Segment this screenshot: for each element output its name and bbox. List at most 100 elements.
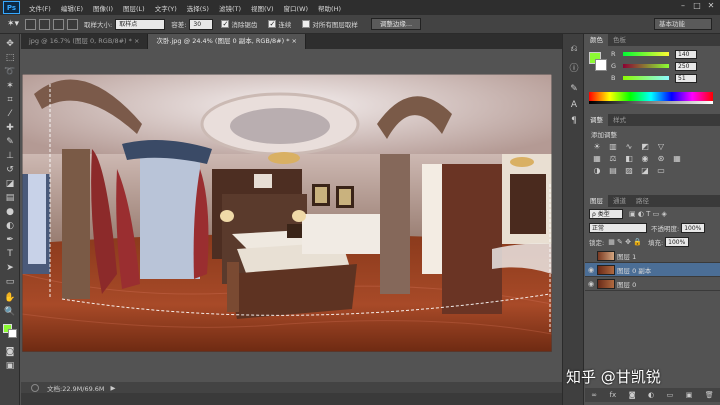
- maximize-icon[interactable]: □: [692, 1, 702, 11]
- horizontal-scrollbar[interactable]: [21, 393, 582, 405]
- shape-tool-icon[interactable]: ▭: [3, 276, 17, 288]
- color-lookup-icon[interactable]: ▦: [671, 154, 683, 164]
- menu-edit[interactable]: 编辑(E): [56, 3, 88, 13]
- magic-wand-tool-icon[interactable]: ✶▾: [4, 17, 22, 31]
- link-layers-icon[interactable]: ∞: [591, 391, 597, 399]
- blue-value[interactable]: 51: [675, 73, 697, 83]
- minimize-icon[interactable]: –: [678, 1, 688, 11]
- layer-row[interactable]: ◉ 图层 0: [585, 277, 720, 291]
- tab-swatches[interactable]: 色板: [608, 34, 631, 46]
- black-white-icon[interactable]: ◧: [623, 154, 635, 164]
- invert-icon[interactable]: ◑: [591, 166, 603, 176]
- lasso-tool-icon[interactable]: ➰: [3, 66, 17, 78]
- brightness-icon[interactable]: ☀: [591, 142, 603, 152]
- red-value[interactable]: 140: [675, 49, 697, 59]
- character-panel-icon[interactable]: A: [567, 98, 581, 112]
- workspace-select[interactable]: 基本功能: [654, 18, 712, 30]
- green-value[interactable]: 250: [675, 61, 697, 71]
- vibrance-icon[interactable]: ▽: [655, 142, 667, 152]
- intersect-selection-icon[interactable]: [67, 18, 78, 30]
- history-brush-icon[interactable]: ↺: [3, 164, 17, 176]
- blur-tool-icon[interactable]: ●: [3, 206, 17, 218]
- path-select-icon[interactable]: ➤: [3, 262, 17, 274]
- healing-brush-icon[interactable]: ✚: [3, 122, 17, 134]
- eraser-tool-icon[interactable]: ◪: [3, 178, 17, 190]
- marquee-tool-icon[interactable]: ⬚: [3, 52, 17, 64]
- color-spectrum-bar[interactable]: [589, 92, 713, 101]
- layer-row[interactable]: 图层 1: [585, 249, 720, 263]
- dodge-tool-icon[interactable]: ◐: [3, 220, 17, 232]
- clone-stamp-icon[interactable]: ⊥: [3, 150, 17, 162]
- new-group-icon[interactable]: ▭: [667, 391, 674, 399]
- fill-input[interactable]: 100%: [665, 237, 690, 247]
- image-canvas[interactable]: [22, 74, 552, 352]
- tab-document-1[interactable]: jpg @ 16.7% (图层 0, RGB/8#) * ×: [21, 34, 149, 49]
- history-panel-icon[interactable]: ⎌: [567, 42, 581, 56]
- new-adjustment-icon[interactable]: ◐: [648, 391, 654, 399]
- green-slider[interactable]: [623, 64, 669, 68]
- visibility-eye-icon[interactable]: ◉: [585, 280, 597, 288]
- refine-edge-button[interactable]: 调整边缘...: [370, 18, 422, 30]
- gradient-tool-icon[interactable]: ▤: [3, 192, 17, 204]
- gradient-map-icon[interactable]: ▭: [655, 166, 667, 176]
- menu-window[interactable]: 窗口(W): [279, 3, 314, 13]
- exposure-icon[interactable]: ◩: [639, 142, 651, 152]
- menu-select[interactable]: 选择(S): [182, 3, 214, 13]
- menu-type[interactable]: 文字(Y): [150, 3, 182, 13]
- new-layer-icon[interactable]: ▣: [686, 391, 693, 399]
- type-tool-icon[interactable]: T: [3, 248, 17, 260]
- brush-panel-icon[interactable]: ✎: [567, 82, 581, 96]
- background-color-swatch[interactable]: [8, 329, 17, 338]
- selective-color-icon[interactable]: ◪: [639, 166, 651, 176]
- tolerance-input[interactable]: 30: [189, 18, 214, 30]
- grayscale-bar[interactable]: [589, 101, 713, 104]
- tab-document-2[interactable]: 次卧.jpg @ 24.4% (图层 0 副本, RGB/8#) * ×: [148, 34, 306, 49]
- add-mask-icon[interactable]: ◙: [629, 391, 636, 399]
- zoom-tool-icon[interactable]: 🔍: [3, 306, 17, 318]
- subtract-selection-icon[interactable]: [53, 18, 64, 30]
- magic-wand-icon[interactable]: ✶: [3, 80, 17, 92]
- menu-help[interactable]: 帮助(H): [313, 3, 346, 13]
- crop-tool-icon[interactable]: ⌗: [3, 94, 17, 106]
- channel-mixer-icon[interactable]: ⊛: [655, 154, 667, 164]
- layer-style-icon[interactable]: fx: [610, 391, 617, 399]
- new-selection-icon[interactable]: [25, 18, 36, 30]
- threshold-icon[interactable]: ▨: [623, 166, 635, 176]
- add-selection-icon[interactable]: [39, 18, 50, 30]
- visibility-eye-icon[interactable]: ◉: [585, 266, 597, 274]
- filter-icons[interactable]: ▣ ◐ T ▭ ◈: [629, 210, 667, 218]
- paragraph-panel-icon[interactable]: ¶: [567, 114, 581, 128]
- sample-all-checkbox[interactable]: [302, 20, 311, 28]
- pen-tool-icon[interactable]: ✒: [3, 234, 17, 246]
- screen-mode-icon[interactable]: ▣: [3, 360, 17, 372]
- hand-tool-icon[interactable]: ✋: [3, 292, 17, 304]
- tab-layers[interactable]: 图层: [585, 195, 608, 207]
- red-slider[interactable]: [623, 52, 669, 56]
- delete-layer-icon[interactable]: 🗑: [705, 391, 714, 399]
- hue-saturation-icon[interactable]: ▦: [591, 154, 603, 164]
- tab-paths[interactable]: 路径: [631, 195, 654, 207]
- eyedropper-tool-icon[interactable]: ⁄: [3, 108, 17, 120]
- contiguous-checkbox[interactable]: ✓: [268, 20, 277, 28]
- move-tool-icon[interactable]: ✥: [3, 38, 17, 50]
- sample-size-select[interactable]: 取样点: [115, 18, 166, 30]
- color-balance-icon[interactable]: ⚖: [607, 154, 619, 164]
- layer-row[interactable]: ◉ 图层 0 副本: [585, 263, 720, 277]
- close-icon[interactable]: ✕: [706, 1, 716, 11]
- menu-layer[interactable]: 图层(L): [118, 3, 150, 13]
- quick-mask-icon[interactable]: ◙: [3, 346, 17, 358]
- opacity-input[interactable]: 100%: [681, 223, 706, 233]
- blue-slider[interactable]: [623, 76, 669, 80]
- levels-icon[interactable]: ▥: [607, 142, 619, 152]
- brush-tool-icon[interactable]: ✎: [3, 136, 17, 148]
- info-panel-icon[interactable]: ⓘ: [567, 62, 581, 76]
- menu-image[interactable]: 图像(I): [88, 3, 118, 13]
- posterize-icon[interactable]: ▤: [607, 166, 619, 176]
- tab-channels[interactable]: 通道: [608, 195, 631, 207]
- tab-styles[interactable]: 样式: [608, 114, 631, 126]
- menu-view[interactable]: 视图(V): [246, 3, 279, 13]
- menu-filter[interactable]: 滤镜(T): [214, 3, 246, 13]
- status-arrow-icon[interactable]: ▶: [111, 384, 116, 392]
- status-menu-icon[interactable]: [31, 383, 39, 392]
- antialias-checkbox[interactable]: ✓: [221, 20, 230, 28]
